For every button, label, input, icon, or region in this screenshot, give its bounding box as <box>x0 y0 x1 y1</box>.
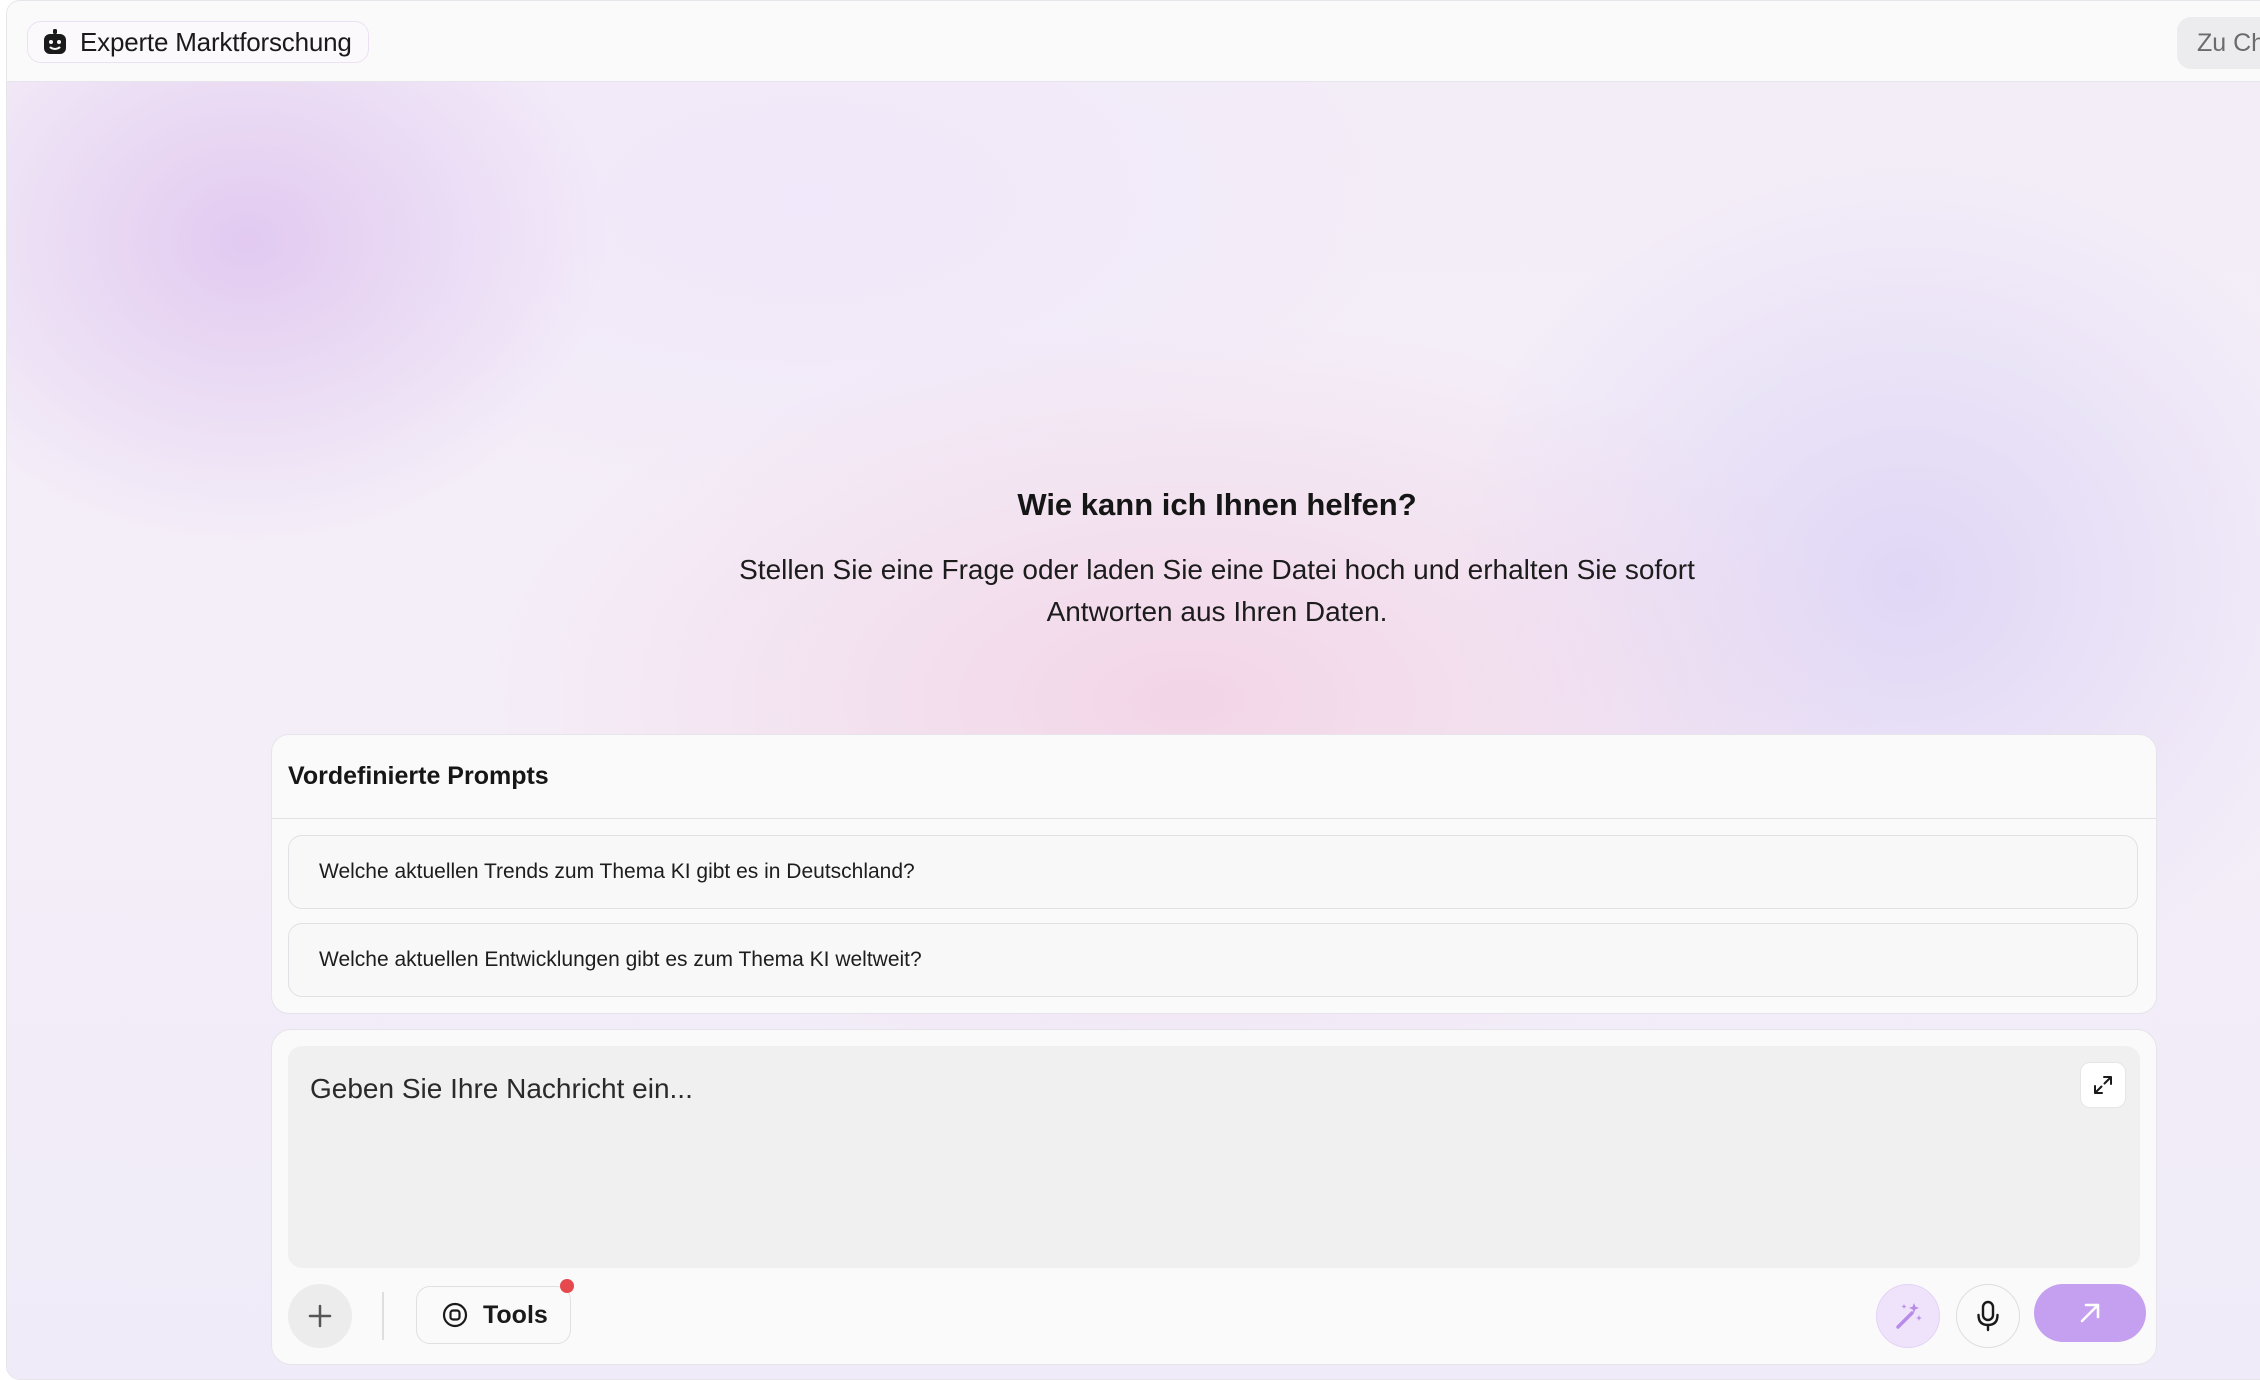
robot-icon <box>42 28 68 56</box>
enhance-prompt-button[interactable] <box>1876 1284 1940 1348</box>
microphone-icon <box>1975 1300 2001 1332</box>
predefined-prompts-panel: Vordefinierte Prompts Welche aktuellen T… <box>271 734 2157 1014</box>
agent-selector[interactable]: Experte Marktforschung <box>27 21 369 63</box>
tools-icon <box>441 1301 469 1329</box>
message-input[interactable] <box>308 1068 2012 1110</box>
predefined-prompts-title: Vordefinierte Prompts <box>272 735 2156 819</box>
expand-button[interactable] <box>2080 1062 2126 1108</box>
welcome-subtitle: Stellen Sie eine Frage oder laden Sie ei… <box>739 554 1695 627</box>
toolbar-divider <box>382 1292 384 1340</box>
prompt-suggestion[interactable]: Welche aktuellen Entwicklungen gibt es z… <box>288 923 2138 997</box>
welcome-section: Wie kann ich Ihnen helfen? Stellen Sie e… <box>607 487 1827 633</box>
welcome-title: Wie kann ich Ihnen helfen? <box>1017 487 1417 522</box>
expand-icon <box>2092 1074 2114 1096</box>
app-window: Experte Marktforschung Zu Chat Wie kann … <box>6 0 2260 1380</box>
send-button[interactable] <box>2034 1284 2146 1342</box>
tools-label: Tools <box>483 1300 548 1329</box>
arrow-up-right-icon <box>2075 1298 2105 1328</box>
prompt-suggestion[interactable]: Welche aktuellen Trends zum Thema KI gib… <box>288 835 2138 909</box>
header-bar: Experte Marktforschung Zu Chat <box>7 1 2260 82</box>
magic-wand-icon <box>1892 1300 1924 1332</box>
message-input-area[interactable] <box>288 1046 2140 1268</box>
voice-input-button[interactable] <box>1956 1284 2020 1348</box>
notification-dot <box>559 1279 574 1293</box>
message-composer: Tools <box>271 1029 2157 1365</box>
tools-button[interactable]: Tools <box>416 1279 574 1344</box>
add-attachment-button[interactable] <box>288 1284 352 1348</box>
agent-name: Experte Marktforschung <box>80 26 352 57</box>
plus-icon <box>306 1302 334 1330</box>
goto-chat-button[interactable]: Zu Chat <box>2177 17 2260 69</box>
